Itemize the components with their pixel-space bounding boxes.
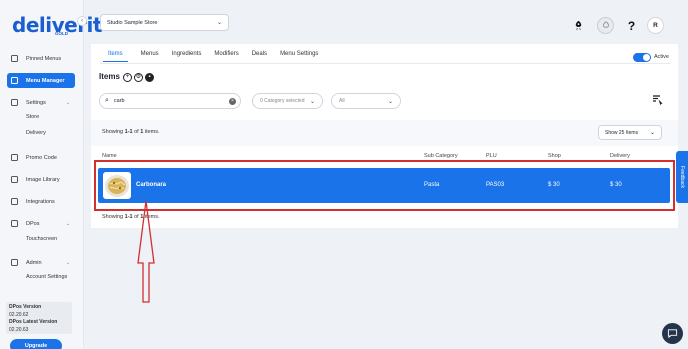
showing-prefix: Showing	[102, 129, 125, 135]
list-toolbar	[91, 120, 678, 146]
sidebar-sub-account-settings[interactable]: Account Settings	[26, 274, 67, 280]
status-filter[interactable]: All ⌄	[331, 93, 401, 109]
showing-count: Showing 1-1 of 1 items.	[102, 129, 160, 135]
version-label: DPos Version	[9, 304, 42, 310]
clear-search-icon[interactable]: ×	[229, 97, 236, 105]
sidebar-item-label: Settings	[26, 99, 46, 106]
admin-icon	[11, 259, 18, 266]
sidebar-item-settings[interactable]: Settings ⌄	[7, 95, 75, 110]
add-item-button[interactable]: +	[123, 73, 132, 82]
chevron-down-icon: ⌄	[649, 130, 655, 136]
chevron-down-icon: ⌄	[216, 20, 222, 26]
column-header-name[interactable]: Name	[102, 153, 117, 159]
store-select[interactable]: Studio Sample Store ⌄	[100, 14, 229, 31]
delete-button[interactable]: ▪	[145, 73, 154, 82]
column-header-shop[interactable]: Shop	[548, 153, 561, 159]
sidebar-item-menu-manager[interactable]: Menu Manager	[7, 73, 75, 88]
sidebar-item-label: Image Library	[26, 176, 60, 183]
sidebar-item-pinned-menus[interactable]: Pinned Menus	[7, 51, 75, 66]
promo-icon	[11, 154, 18, 161]
highlight-box	[94, 160, 675, 211]
active-toggle-label: Active	[654, 54, 669, 60]
category-filter[interactable]: 0 Category selected ⌄	[252, 93, 323, 109]
showing-range: 1-1	[124, 129, 133, 135]
column-header-sub-category[interactable]: Sub Category	[424, 153, 458, 159]
sidebar-item-label: DPos	[26, 220, 40, 227]
pos-icon	[11, 220, 18, 227]
brand-logo-sub: GOLD	[55, 31, 68, 36]
sidebar-item-label: Menu Manager	[26, 77, 65, 84]
tab-ingredients[interactable]: Ingredients	[172, 51, 202, 62]
tab-menus[interactable]: Menus	[141, 51, 159, 62]
gear-icon	[11, 99, 18, 106]
menu-icon	[11, 77, 18, 84]
sidebar-item-admin[interactable]: Admin ⌄	[7, 255, 75, 270]
active-toggle[interactable]	[633, 53, 651, 62]
status-filter-value: All	[339, 98, 345, 104]
search-input[interactable]: ⌕ carb ×	[99, 93, 241, 109]
sidebar-item-dpos[interactable]: DPos ⌄	[7, 216, 75, 231]
sidebar-item-label: Integrations	[26, 198, 55, 205]
tab-modifiers[interactable]: Modifiers	[214, 51, 238, 62]
version-value: 02.20.62	[9, 311, 29, 318]
sidebar-sub-touchscreen[interactable]: Touchscreen	[26, 236, 57, 242]
sidebar-collapse-button[interactable]: ‹	[77, 16, 87, 26]
version-info: DPos Version 02.20.62 DPos Latest Versio…	[6, 302, 72, 334]
category-filter-value: 0 Category selected	[260, 98, 305, 104]
per-page-value: Show 25 Items	[605, 129, 639, 136]
tools-icon[interactable]	[652, 94, 664, 109]
feedback-tab[interactable]: Feedback	[676, 151, 688, 203]
showing-range: 1-1	[124, 214, 133, 220]
store-select-value: Studio Sample Store	[107, 19, 158, 26]
sidebar-item-label: Promo Code	[26, 154, 57, 161]
chevron-down-icon: ⌄	[65, 259, 70, 266]
sidebar: deliverit GOLD ‹ Pinned Menus Menu Manag…	[0, 0, 102, 349]
upgrade-button[interactable]: Upgrade	[10, 339, 62, 349]
image-icon	[11, 176, 18, 183]
tabs-divider	[100, 63, 670, 64]
chat-icon[interactable]	[662, 323, 683, 344]
sidebar-sub-delivery[interactable]: Delivery	[26, 130, 46, 136]
rocket-outline-icon[interactable]	[597, 17, 614, 34]
sidebar-item-integrations[interactable]: Integrations	[7, 194, 75, 209]
feedback-label: Feedback	[679, 166, 685, 188]
showing-prefix: Showing	[102, 214, 125, 220]
plug-icon	[11, 198, 18, 205]
tab-items[interactable]: Items	[103, 51, 128, 62]
avatar[interactable]: R	[647, 17, 664, 34]
tab-deals[interactable]: Deals	[252, 51, 267, 62]
chevron-down-icon: ⌄	[309, 98, 315, 105]
help-icon[interactable]: ?	[623, 17, 640, 34]
per-page-select[interactable]: Show 25 Items ⌄	[598, 125, 662, 140]
annotation-arrow-icon	[137, 200, 155, 303]
latest-version-value: 02.20.63	[9, 326, 29, 333]
tab-menu-settings[interactable]: Menu Settings	[280, 51, 318, 62]
sidebar-item-image-library[interactable]: Image Library	[7, 172, 75, 187]
chevron-down-icon: ⌄	[387, 98, 393, 105]
sort-button[interactable]: ⚙	[134, 73, 143, 82]
sidebar-item-promo-code[interactable]: Promo Code	[7, 150, 75, 165]
chevron-down-icon: ⌄	[65, 99, 70, 106]
pin-icon	[11, 55, 18, 62]
showing-suffix: items.	[143, 129, 160, 135]
chevron-down-icon: ⌄	[65, 220, 70, 227]
menu-tabs: Items Menus Ingredients Modifiers Deals …	[100, 51, 331, 62]
sidebar-sub-store[interactable]: Store	[26, 114, 39, 120]
column-header-plu[interactable]: PLU	[486, 153, 497, 159]
column-header-delivery[interactable]: Delivery	[610, 153, 630, 159]
latest-version-label: DPos Latest Version	[9, 319, 58, 325]
sidebar-item-label: Pinned Menus	[26, 55, 62, 62]
sidebar-item-label: Admin	[26, 259, 42, 266]
rocket-icon[interactable]	[570, 17, 587, 34]
search-icon: ⌕	[105, 97, 109, 104]
search-value: carb	[113, 98, 125, 104]
page-title: Items	[99, 72, 120, 81]
